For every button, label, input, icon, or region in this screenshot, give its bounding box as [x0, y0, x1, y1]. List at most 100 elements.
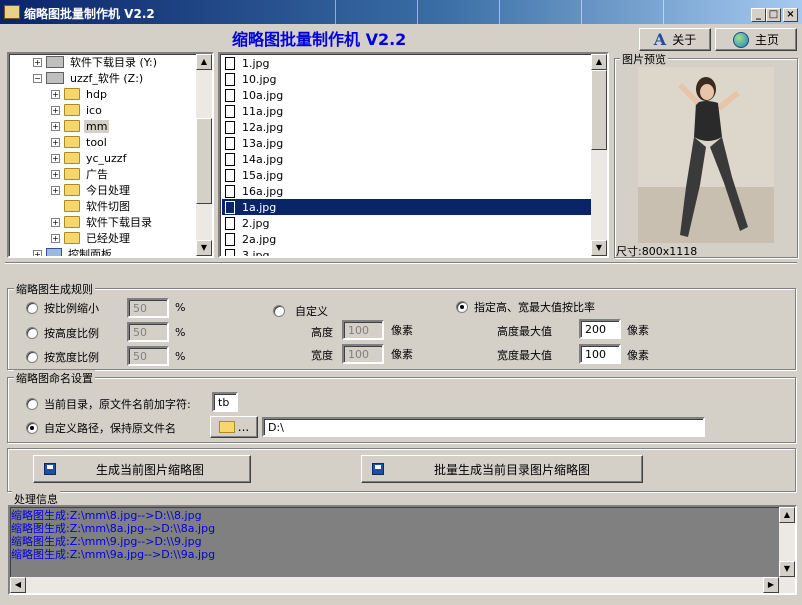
expand-icon[interactable]: + — [51, 233, 60, 243]
radio-circle-selected[interactable] — [26, 422, 38, 434]
maximize-button[interactable]: □ — [766, 8, 781, 22]
radio-custom[interactable]: 自定义 — [273, 303, 328, 319]
file-list-item[interactable]: 2.jpg — [222, 215, 592, 231]
tree-item[interactable]: + 今日处理 — [51, 182, 132, 198]
tree-item[interactable]: + 软件下载目录 — [51, 214, 154, 230]
file-name: 13a.jpg — [242, 136, 284, 150]
max-height-input[interactable]: 200 — [579, 319, 621, 339]
browse-button[interactable]: ... — [210, 416, 258, 438]
radio-circle[interactable] — [26, 398, 38, 410]
expand-icon[interactable]: + — [51, 153, 60, 163]
radio-circle[interactable] — [26, 327, 38, 339]
tree-item[interactable]: + hdp — [51, 86, 109, 102]
max-width-input[interactable]: 100 — [579, 344, 621, 364]
radio-circle-selected[interactable] — [456, 301, 468, 313]
scroll-down-arrow-icon[interactable]: ▼ — [196, 240, 212, 256]
tree-item-label: 控制面板 — [68, 248, 112, 258]
expand-icon[interactable]: + — [51, 217, 60, 227]
file-list-item[interactable]: 1a.jpg — [222, 199, 592, 215]
home-button[interactable]: 主页 — [715, 28, 797, 51]
expand-icon[interactable]: + — [51, 185, 60, 195]
file-list-item[interactable]: 10a.jpg — [222, 87, 592, 103]
height-ratio-input[interactable]: 50 — [127, 322, 169, 342]
file-list-item[interactable]: 15a.jpg — [222, 167, 592, 183]
close-button[interactable]: × — [783, 8, 798, 22]
tree-item[interactable]: + mm — [51, 118, 110, 134]
collapse-icon[interactable]: − — [33, 73, 42, 83]
app-icon — [4, 5, 20, 19]
expand-icon[interactable]: + — [33, 249, 42, 256]
tree-item[interactable]: − uzzf_软件 (Z:) — [33, 70, 145, 86]
generate-current-button[interactable]: 生成当前图片缩略图 — [33, 455, 251, 483]
custom-height-input[interactable]: 100 — [342, 320, 384, 340]
scroll-down-arrow-icon[interactable]: ▼ — [779, 561, 795, 577]
scroll-down-arrow-icon[interactable]: ▼ — [591, 240, 607, 256]
file-list-item[interactable]: 13a.jpg — [222, 135, 592, 151]
scroll-thumb[interactable] — [196, 118, 212, 204]
log-lines: 缩略图生成:Z:\mm\8.jpg-->D:\\8.jpg 缩略图生成:Z:\mm… — [11, 509, 215, 561]
batch-generate-button[interactable]: 批量生成当前目录图片缩略图 — [361, 455, 643, 483]
scroll-left-arrow-icon[interactable]: ◀ — [10, 577, 26, 593]
expand-icon[interactable]: + — [51, 121, 60, 131]
folder-tree[interactable]: + 软件下载目录 (Y:) − uzzf_软件 (Z:) + hdp + ico + mm + too… — [7, 52, 214, 258]
ratio-input[interactable]: 50 — [127, 298, 169, 318]
folder-icon — [64, 184, 80, 196]
radio-by-ratio[interactable]: 按比例缩小 — [26, 300, 99, 316]
file-list-item[interactable]: 3.jpg — [222, 247, 592, 256]
expand-icon[interactable]: + — [51, 89, 60, 99]
tree-item[interactable]: + 软件下载目录 (Y:) — [33, 54, 159, 70]
expand-icon[interactable]: + — [51, 105, 60, 115]
file-list[interactable]: 1.jpg 10.jpg 10a.jpg 11a.jpg 12a.jpg 13a.jpg 1… — [218, 52, 609, 258]
log-panel[interactable]: 缩略图生成:Z:\mm\8.jpg-->D:\\8.jpg 缩略图生成:Z:\mm… — [8, 505, 797, 595]
file-list-item[interactable]: 11a.jpg — [222, 103, 592, 119]
tree-item[interactable]: + 广告 — [51, 166, 110, 182]
scroll-right-arrow-icon[interactable]: ▶ — [763, 577, 779, 593]
minimize-button[interactable]: _ — [751, 8, 766, 22]
log-scrollbar-h[interactable]: ◀ ▶ — [10, 577, 779, 593]
scroll-up-arrow-icon[interactable]: ▲ — [591, 54, 607, 70]
tree-item[interactable]: + tool — [51, 134, 109, 150]
about-button[interactable]: A 关于 — [639, 28, 711, 51]
tree-item[interactable]: + yc_uzzf — [51, 150, 128, 166]
expand-icon[interactable]: + — [51, 169, 60, 179]
file-icon — [225, 56, 235, 70]
scroll-thumb[interactable] — [591, 70, 607, 150]
tree-item[interactable]: + 已经处理 — [51, 230, 132, 246]
width-ratio-input[interactable]: 50 — [127, 346, 169, 366]
preview-image — [638, 67, 774, 243]
radio-circle[interactable] — [273, 305, 285, 317]
tree-item[interactable]: 软件切图 — [51, 198, 132, 214]
pixel-unit-label: 像素 — [391, 348, 413, 361]
tree-item-label: yc_uzzf — [86, 151, 127, 165]
file-list-item[interactable]: 14a.jpg — [222, 151, 592, 167]
expand-icon[interactable]: + — [51, 137, 60, 147]
radio-circle[interactable] — [26, 351, 38, 363]
radio-max-ratio[interactable]: 指定高、宽最大值按比率 — [456, 299, 595, 315]
output-path-input[interactable]: D:\ — [262, 417, 705, 437]
file-scrollbar[interactable]: ▲ ▼ — [591, 54, 607, 256]
file-list-item[interactable]: 10.jpg — [222, 71, 592, 87]
radio-by-height[interactable]: 按高度比例 — [26, 325, 99, 341]
custom-height-label: 高度 — [311, 326, 333, 339]
expand-icon[interactable]: + — [33, 57, 42, 67]
tree-item[interactable]: + ico — [51, 102, 104, 118]
log-scrollbar-v[interactable]: ▲ ▼ — [779, 507, 795, 593]
scroll-up-arrow-icon[interactable]: ▲ — [196, 54, 212, 70]
radio-custom-path[interactable]: 自定义路径，保持原文件名 — [26, 420, 176, 436]
custom-width-input[interactable]: 100 — [342, 344, 384, 364]
scroll-up-arrow-icon[interactable]: ▲ — [779, 507, 795, 523]
tree-scrollbar[interactable]: ▲ ▼ — [196, 54, 212, 256]
file-list-item[interactable]: 16a.jpg — [222, 183, 592, 199]
file-list-item[interactable]: 1.jpg — [222, 55, 592, 71]
max-width-label: 宽度最大值 — [497, 349, 552, 362]
radio-by-width[interactable]: 按宽度比例 — [26, 349, 99, 365]
file-name: 2a.jpg — [242, 232, 277, 246]
file-list-item[interactable]: 12a.jpg — [222, 119, 592, 135]
radio-circle[interactable] — [26, 302, 38, 314]
file-icon — [225, 200, 235, 214]
radio-current-dir[interactable]: 当前目录，原文件名前加字符: — [26, 396, 191, 412]
prefix-input[interactable]: tb — [212, 392, 238, 412]
file-list-item[interactable]: 2a.jpg — [222, 231, 592, 247]
folder-icon — [64, 88, 80, 100]
tree-item[interactable]: + 控制面板 — [33, 246, 114, 258]
